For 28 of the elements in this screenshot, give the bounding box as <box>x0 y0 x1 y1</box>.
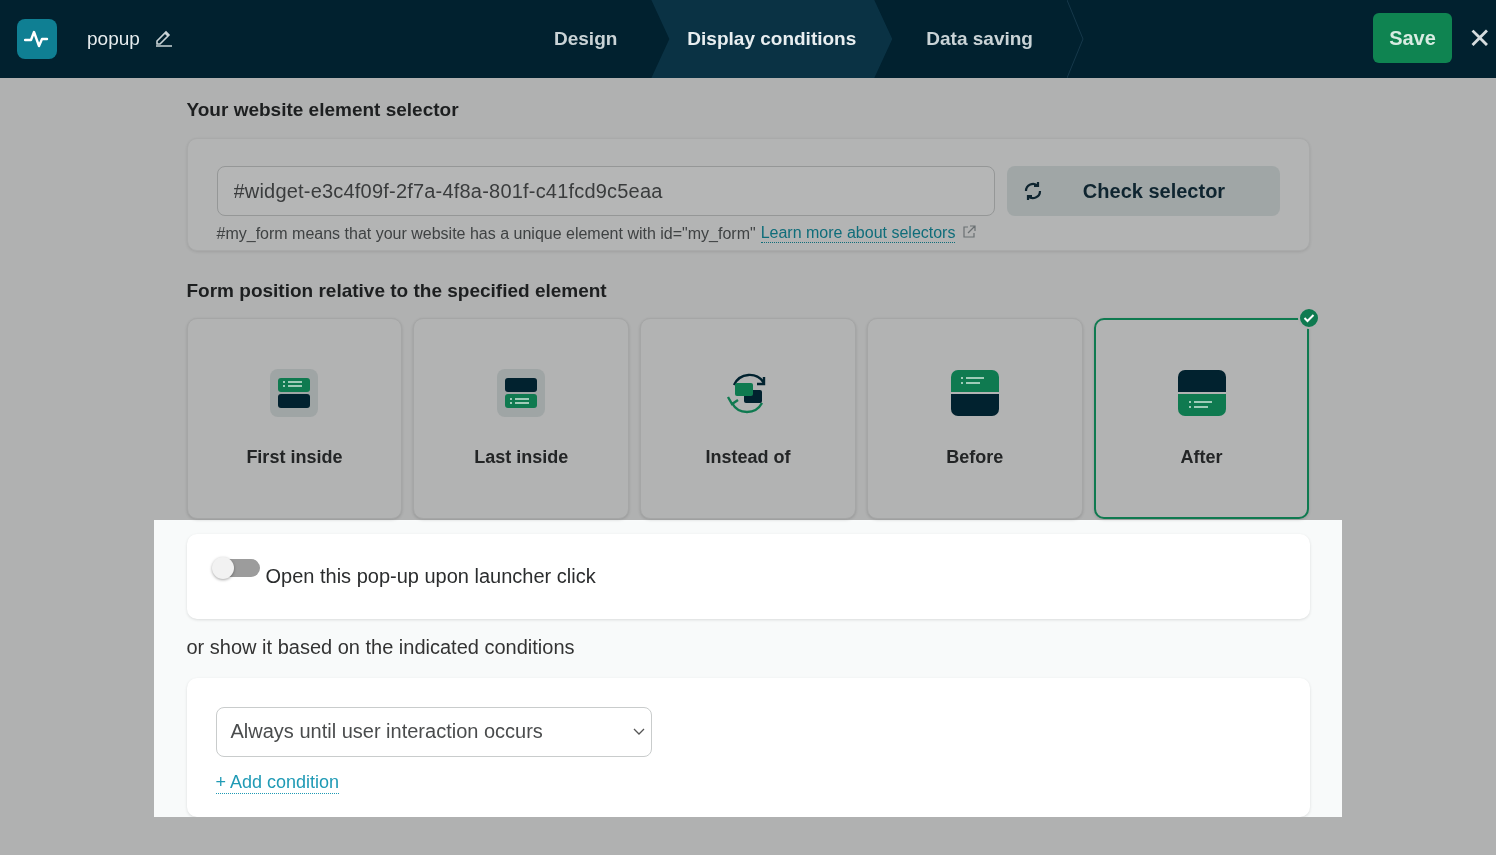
condition-dropdown[interactable]: Always until user interaction occurs <box>215 706 652 757</box>
position-option[interactable]: Last inside <box>413 318 630 519</box>
step-tab[interactable]: Display conditions <box>651 0 893 78</box>
selector-hint: #my_form means that your website has a unique element with id="my_form" <box>216 224 756 243</box>
conditions-caption: or show it based on the indicated conditions <box>186 635 576 659</box>
check-badge-icon <box>1298 307 1321 329</box>
position-option[interactable]: Before <box>866 318 1083 519</box>
launcher-toggle[interactable] <box>213 559 260 578</box>
close-button[interactable]: ✕ <box>1468 22 1492 55</box>
step-chevron-icon <box>1066 0 1085 78</box>
toggle-label: Open this pop-up upon launcher click <box>265 564 596 588</box>
save-button[interactable]: Save <box>1373 13 1452 63</box>
chevron-down-icon <box>632 727 645 736</box>
check-selector-button[interactable]: Check selector <box>1006 166 1280 216</box>
position-option[interactable]: After <box>1093 318 1310 519</box>
app-logo-icon <box>17 19 57 59</box>
position-option[interactable]: First inside <box>186 318 403 519</box>
last-inside-layout-icon <box>497 369 546 417</box>
selector-input-field[interactable]: #widget-e3c4f09f-2f7a-4f8a-801f-c41fcd9c5eaa <box>216 166 995 216</box>
after-layout-icon <box>1177 369 1226 417</box>
section-heading: Your website element selector <box>186 99 460 121</box>
before-layout-icon <box>950 369 999 417</box>
section-heading: Form position relative to the specified element <box>186 280 608 302</box>
step-tab[interactable]: Data saving <box>892 0 1067 78</box>
popup-title: popup <box>87 28 140 50</box>
position-option[interactable]: Instead of <box>640 318 856 519</box>
first-inside-layout-icon <box>270 369 319 417</box>
step-tab[interactable]: Design <box>520 0 652 78</box>
